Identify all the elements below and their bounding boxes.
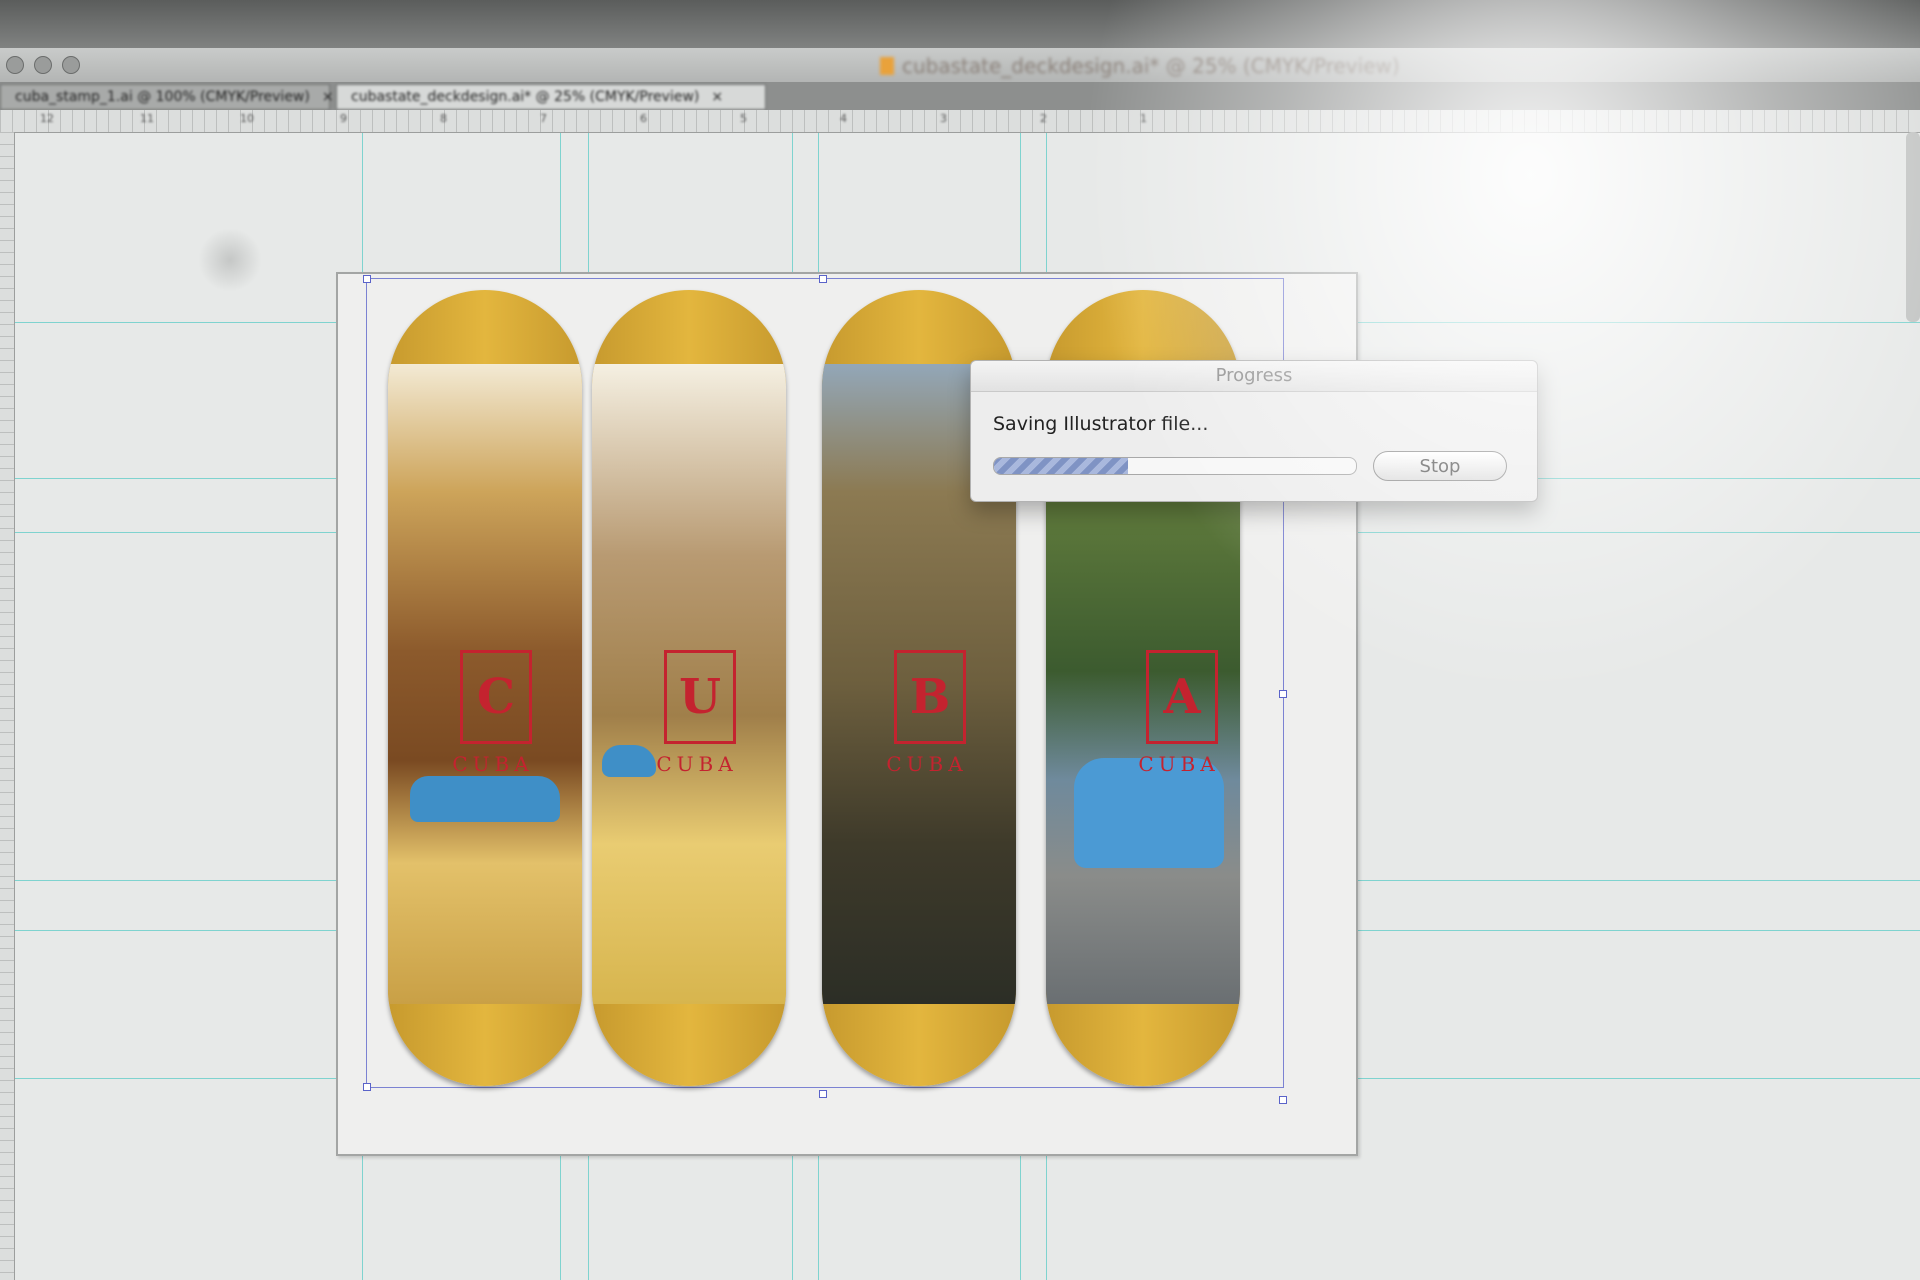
selection-handle[interactable] — [363, 1083, 371, 1091]
stop-button[interactable]: Stop — [1373, 451, 1507, 481]
skateboard-deck-2[interactable]: U CUBA — [592, 290, 786, 1086]
document-title-text: cubastate_deckdesign.ai* @ 25% (CMYK/Pre… — [902, 54, 1400, 78]
progress-bar-fill — [994, 458, 1128, 474]
stamp-graphic: B — [894, 650, 966, 744]
ruler-mark: 3 — [940, 112, 947, 125]
ruler-mark: 6 — [640, 112, 647, 125]
close-icon[interactable]: × — [322, 89, 334, 105]
tab-cubastate-deckdesign[interactable]: cubastate_deckdesign.ai* @ 25% (CMYK/Pre… — [336, 84, 766, 110]
close-window-button[interactable] — [6, 56, 24, 74]
stamp-word: CUBA — [1138, 752, 1220, 776]
stamp-word: CUBA — [452, 752, 534, 776]
stamp-graphic: U — [664, 650, 736, 744]
ai-file-icon — [880, 57, 894, 75]
title-bar: cubastate_deckdesign.ai* @ 25% (CMYK/Pre… — [0, 48, 1920, 83]
progress-dialog: Progress Saving Illustrator file... Stop — [970, 360, 1538, 502]
ruler-mark: 10 — [240, 112, 254, 125]
ruler-mark: 11 — [140, 112, 154, 125]
ruler-mark: 1 — [1140, 112, 1147, 125]
horizontal-ruler[interactable]: 12 11 10 9 8 7 6 5 4 3 2 1 — [0, 110, 1920, 133]
stamp-graphic: A — [1146, 650, 1218, 744]
progress-bar — [993, 457, 1357, 475]
ruler-mark: 4 — [840, 112, 847, 125]
skateboard-deck-1[interactable]: C CUBA — [388, 290, 582, 1086]
close-icon[interactable]: × — [711, 89, 723, 105]
selection-handle[interactable] — [363, 275, 371, 283]
stamp-letter: C — [476, 669, 516, 725]
window-controls — [6, 56, 80, 74]
tab-label: cuba_stamp_1.ai @ 100% (CMYK/Preview) — [15, 89, 310, 105]
ruler-mark: 7 — [540, 112, 547, 125]
selection-handle[interactable] — [1279, 1096, 1287, 1104]
selection-handle[interactable] — [1279, 690, 1287, 698]
screen-smudge — [198, 228, 262, 292]
menu-bar — [0, 0, 1920, 48]
selection-handle[interactable] — [819, 275, 827, 283]
document-tab-bar: cuba_stamp_1.ai @ 100% (CMYK/Preview) × c… — [0, 82, 1920, 110]
stamp-letter: B — [909, 669, 951, 725]
dialog-message: Saving Illustrator file... — [993, 413, 1209, 435]
zoom-window-button[interactable] — [62, 56, 80, 74]
tab-label: cubastate_deckdesign.ai* @ 25% (CMYK/Pre… — [351, 89, 700, 105]
blue-car-image — [602, 745, 656, 777]
vertical-scrollbar[interactable] — [1906, 132, 1920, 322]
blue-car-image — [410, 776, 560, 822]
document-title: cubastate_deckdesign.ai* @ 25% (CMYK/Pre… — [880, 54, 1400, 78]
ruler-mark: 9 — [340, 112, 347, 125]
ruler-mark: 2 — [1040, 112, 1047, 125]
stamp-letter: A — [1163, 669, 1201, 725]
vertical-ruler[interactable] — [0, 132, 15, 1280]
stamp-word: CUBA — [656, 752, 738, 776]
ruler-mark: 5 — [740, 112, 747, 125]
dialog-title: Progress — [971, 361, 1537, 392]
ruler-mark: 8 — [440, 112, 447, 125]
minimize-window-button[interactable] — [34, 56, 52, 74]
stamp-graphic: C — [460, 650, 532, 744]
selection-handle[interactable] — [819, 1090, 827, 1098]
stamp-letter: U — [679, 669, 721, 725]
ruler-mark: 12 — [40, 112, 54, 125]
stamp-word: CUBA — [886, 752, 968, 776]
tab-cuba-stamp[interactable]: cuba_stamp_1.ai @ 100% (CMYK/Preview) × — [0, 84, 334, 110]
